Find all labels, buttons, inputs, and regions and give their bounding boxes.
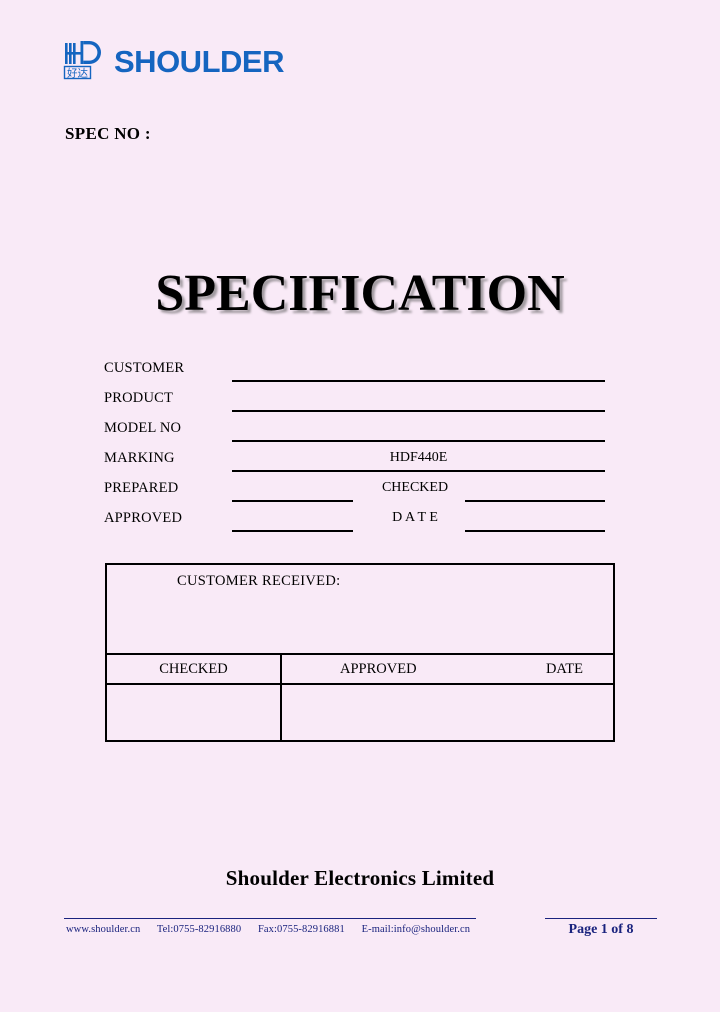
spec-no-label: SPEC NO : [65, 124, 151, 143]
table-body-row [107, 685, 613, 740]
form-row-marking: MARKING HDF440E [0, 448, 720, 478]
footer-fax: Fax:0755-82916881 [257, 924, 345, 935]
form-label-customer: CUSTOMER [104, 360, 185, 376]
table-header-row: CHECKED APPROVED DATE [107, 655, 613, 685]
company-name: Shoulder Electronics Limited [225, 866, 495, 890]
footer-divider-left [64, 918, 476, 919]
footer-website[interactable]: www.shoulder.cn [66, 924, 140, 935]
form-row-prepared: PREPARED CHECKED [0, 478, 720, 508]
form-label-marking: MARKING [104, 450, 175, 466]
form-row-customer: CUSTOMER [0, 358, 720, 388]
company-logo: 好达 SHOULDER [63, 40, 284, 80]
form-label-product: PRODUCT [104, 390, 174, 406]
customer-received-header: CUSTOMER RECEIVED: [107, 565, 613, 655]
specification-form: CUSTOMER PRODUCT MODEL NO MARKING HDF440… [0, 358, 720, 538]
form-label-checked: CHECKED [381, 480, 449, 495]
column-header-approved-date: APPROVED DATE [282, 655, 613, 683]
column-header-approved: APPROVED [340, 661, 417, 677]
footer-tel: Tel:0755-82916880 [156, 924, 242, 935]
page-title: SPECIFICATION [155, 265, 565, 322]
form-underline-approved [232, 530, 353, 532]
customer-received-table: CUSTOMER RECEIVED: CHECKED APPROVED DATE [105, 563, 615, 742]
column-header-date: DATE [545, 661, 583, 677]
form-underline-marking [232, 470, 605, 472]
svg-text:好达: 好达 [67, 67, 88, 79]
page-indicator: Page 1 of 8 [568, 922, 634, 937]
form-value-marking[interactable]: HDF440E [232, 450, 605, 466]
form-row-approved: APPROVED D A T E [0, 508, 720, 538]
form-row-product: PRODUCT [0, 388, 720, 418]
form-label-date: D A T E [392, 510, 438, 525]
footer-divider-right [545, 918, 657, 919]
form-underline-date [465, 530, 605, 532]
hd-monogram-icon: 好达 [63, 40, 105, 80]
cell-approved-date[interactable] [282, 685, 613, 740]
form-underline-model-no [232, 440, 605, 442]
form-underline-customer [232, 380, 605, 382]
form-underline-checked [465, 500, 605, 502]
logo-wordmark: SHOULDER [114, 43, 284, 79]
footer-email[interactable]: E-mail:info@shoulder.cn [362, 924, 471, 935]
footer-contact-info: www.shoulder.cn Tel:0755-82916880 Fax:07… [66, 924, 470, 935]
form-label-prepared: PREPARED [104, 480, 179, 496]
form-underline-product [232, 410, 605, 412]
form-underline-prepared [232, 500, 353, 502]
customer-received-label: CUSTOMER RECEIVED: [177, 573, 341, 589]
form-row-model-no: MODEL NO [0, 418, 720, 448]
column-header-checked: CHECKED [107, 655, 282, 683]
specification-cover-page: 好达 SHOULDER SPEC NO : SPECIFICATION CUST… [0, 0, 720, 1012]
form-label-approved: APPROVED [104, 510, 183, 526]
form-label-model-no: MODEL NO [104, 420, 182, 436]
cell-checked[interactable] [107, 685, 282, 740]
